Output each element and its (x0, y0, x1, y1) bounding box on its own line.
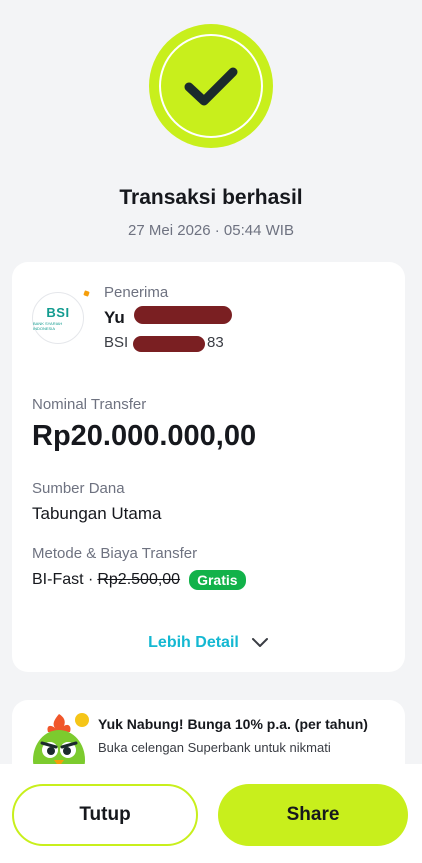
recipient-account-suffix: 83 (207, 334, 224, 351)
recipient-name: Yu (104, 308, 125, 327)
recipient-label: Penerima (104, 284, 169, 301)
success-indicator (0, 24, 422, 148)
original-fee: Rp2.500,00 (97, 571, 181, 588)
promo-description: Buka celengan Superbank untuk nikmati (98, 740, 331, 755)
transaction-card: BSI BANK SYARIAH INDONESIA Penerima Yu B… (12, 262, 405, 672)
chevron-down-icon (251, 638, 268, 647)
more-details-link[interactable]: Lebih Detail (12, 634, 405, 652)
success-circle (149, 24, 273, 148)
bottom-action-bar: Tutup Share (0, 764, 422, 863)
share-button[interactable]: Share (218, 784, 408, 846)
source-label: Sumber Dana (32, 480, 125, 497)
bank-logo: BSI BANK SYARIAH INDONESIA (32, 290, 90, 344)
close-button[interactable]: Tutup (12, 784, 198, 846)
transfer-amount: Rp20.000.000,00 (32, 420, 257, 452)
bank-logo-subtitle: BANK SYARIAH INDONESIA (33, 321, 63, 331)
free-badge: Gratis (189, 570, 246, 590)
source-value: Tabungan Utama (32, 504, 162, 523)
checkmark-icon (184, 67, 238, 106)
method-value: BI-Fast · (32, 571, 94, 588)
method-row: BI-Fast · Rp2.500,00 Gratis (32, 570, 246, 590)
method-label: Metode & Biaya Transfer (32, 545, 198, 562)
redaction-mark (133, 336, 205, 352)
page-title: Transaksi berhasil (119, 186, 303, 209)
promo-title: Yuk Nabung! Bunga 10% p.a. (per tahun) (98, 716, 368, 732)
redaction-mark (134, 306, 232, 324)
recipient-account-prefix: BSI (104, 334, 129, 351)
amount-label: Nominal Transfer (32, 396, 147, 413)
transaction-datetime: 27 Mei 2026 · 05:44 WIB (128, 222, 294, 239)
more-details-label: Lebih Detail (148, 634, 239, 651)
